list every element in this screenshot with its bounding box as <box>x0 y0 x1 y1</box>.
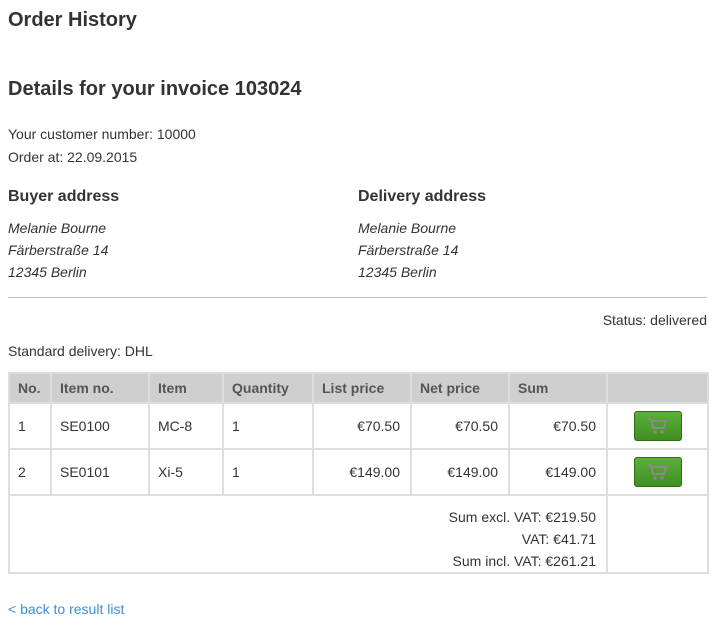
col-header-item: Item <box>148 372 224 404</box>
delivery-name: Melanie Bourne <box>358 220 457 236</box>
col-header-net-price: Net price <box>410 372 510 404</box>
cell-no: 2 <box>8 448 52 496</box>
cell-sum: €149.00 <box>508 448 608 496</box>
cell-sum: €70.50 <box>508 402 608 450</box>
delivery-address-heading: Delivery address <box>358 188 487 205</box>
cell-item-no: SE0101 <box>50 448 150 496</box>
buyer-name: Melanie Bourne <box>8 220 107 236</box>
order-items-table: No. Item no. Item Quantity List price Ne… <box>8 372 709 574</box>
totals-cell: Sum excl. VAT: €219.50 VAT: €41.71 Sum i… <box>8 494 608 574</box>
vat-amount: VAT: €41.71 <box>521 531 596 547</box>
cell-list-price: €149.00 <box>312 448 412 496</box>
divider <box>8 297 707 298</box>
cell-quantity: 1 <box>222 402 314 450</box>
col-header-actions <box>606 372 709 404</box>
sum-incl-vat: Sum incl. VAT: €261.21 <box>452 553 596 569</box>
page-title: Order History <box>8 9 137 31</box>
add-to-cart-button[interactable] <box>633 456 682 487</box>
cell-list-price: €70.50 <box>312 402 412 450</box>
cell-quantity: 1 <box>222 448 314 496</box>
cell-net-price: €149.00 <box>410 448 510 496</box>
back-to-result-list-link[interactable]: < back to result list <box>8 601 124 617</box>
cell-item: MC-8 <box>148 402 224 450</box>
table-header-row: No. Item no. Item Quantity List price Ne… <box>8 372 709 404</box>
col-header-quantity: Quantity <box>222 372 314 404</box>
delivery-city: 12345 Berlin <box>358 264 437 280</box>
totals-row: Sum excl. VAT: €219.50 VAT: €41.71 Sum i… <box>8 494 709 574</box>
table-row: 2 SE0101 Xi-5 1 €149.00 €149.00 €149.00 <box>8 448 709 496</box>
col-header-item-no: Item no. <box>50 372 150 404</box>
cell-item: Xi-5 <box>148 448 224 496</box>
cell-item-no: SE0100 <box>50 402 150 450</box>
order-date: Order at: 22.09.2015 <box>8 149 138 165</box>
order-status: Status: delivered <box>602 312 707 328</box>
customer-number: Your customer number: 10000 <box>8 126 196 142</box>
table-row: 1 SE0100 MC-8 1 €70.50 €70.50 €70.50 <box>8 402 709 450</box>
col-header-list-price: List price <box>312 372 412 404</box>
col-header-no: No. <box>8 372 52 404</box>
cell-actions <box>606 448 709 496</box>
cell-net-price: €70.50 <box>410 402 510 450</box>
shopping-cart-icon <box>647 417 667 434</box>
cell-no: 1 <box>8 402 52 450</box>
shopping-cart-icon <box>647 463 667 480</box>
totals-actions-cell <box>606 494 709 574</box>
cell-actions <box>606 402 709 450</box>
invoice-heading: Details for your invoice 103024 <box>8 78 302 100</box>
delivery-street: Färberstraße 14 <box>358 242 459 258</box>
buyer-street: Färberstraße 14 <box>8 242 109 258</box>
buyer-address-heading: Buyer address <box>8 188 120 205</box>
shipping-method: Standard delivery: DHL <box>8 343 153 359</box>
sum-excl-vat: Sum excl. VAT: €219.50 <box>448 509 596 525</box>
add-to-cart-button[interactable] <box>633 410 682 441</box>
buyer-city: 12345 Berlin <box>8 264 87 280</box>
col-header-sum: Sum <box>508 372 608 404</box>
